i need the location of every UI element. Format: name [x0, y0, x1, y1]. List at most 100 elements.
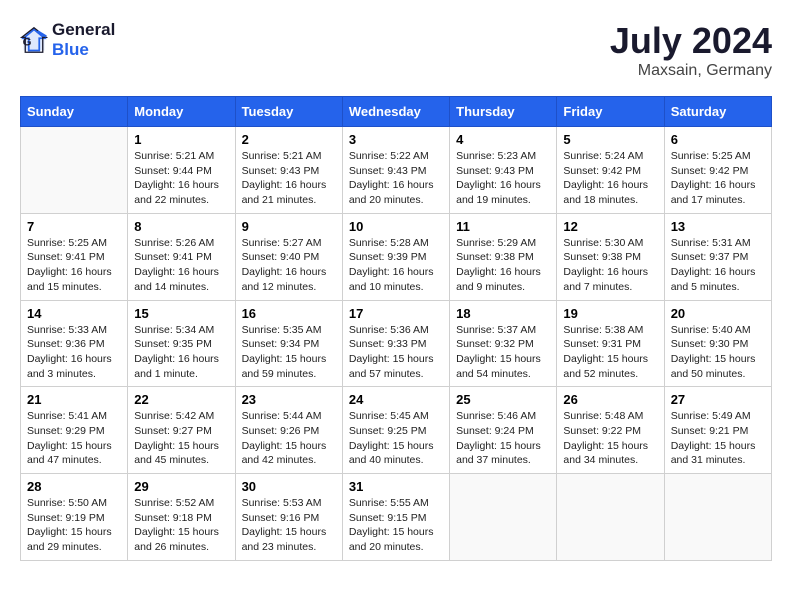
day-info: Sunrise: 5:42 AM Sunset: 9:27 PM Dayligh… — [134, 409, 228, 468]
day-number: 7 — [27, 219, 121, 234]
day-info: Sunrise: 5:49 AM Sunset: 9:21 PM Dayligh… — [671, 409, 765, 468]
day-number: 1 — [134, 132, 228, 147]
day-info: Sunrise: 5:29 AM Sunset: 9:38 PM Dayligh… — [456, 236, 550, 295]
day-number: 11 — [456, 219, 550, 234]
day-number: 27 — [671, 392, 765, 407]
calendar-cell: 10 Sunrise: 5:28 AM Sunset: 9:39 PM Dayli… — [342, 213, 449, 300]
day-info: Sunrise: 5:34 AM Sunset: 9:35 PM Dayligh… — [134, 323, 228, 382]
day-info: Sunrise: 5:36 AM Sunset: 9:33 PM Dayligh… — [349, 323, 443, 382]
calendar-cell: 16 Sunrise: 5:35 AM Sunset: 9:34 PM Dayli… — [235, 300, 342, 387]
day-info: Sunrise: 5:38 AM Sunset: 9:31 PM Dayligh… — [563, 323, 657, 382]
day-number: 22 — [134, 392, 228, 407]
day-number: 30 — [242, 479, 336, 494]
day-info: Sunrise: 5:48 AM Sunset: 9:22 PM Dayligh… — [563, 409, 657, 468]
day-number: 29 — [134, 479, 228, 494]
day-info: Sunrise: 5:26 AM Sunset: 9:41 PM Dayligh… — [134, 236, 228, 295]
day-info: Sunrise: 5:25 AM Sunset: 9:41 PM Dayligh… — [27, 236, 121, 295]
calendar-cell: 9 Sunrise: 5:27 AM Sunset: 9:40 PM Daylig… — [235, 213, 342, 300]
calendar-header: SundayMondayTuesdayWednesdayThursdayFrid… — [21, 97, 772, 127]
day-number: 5 — [563, 132, 657, 147]
day-number: 20 — [671, 306, 765, 321]
day-number: 9 — [242, 219, 336, 234]
day-info: Sunrise: 5:21 AM Sunset: 9:43 PM Dayligh… — [242, 149, 336, 208]
day-number: 15 — [134, 306, 228, 321]
calendar-week-3: 14 Sunrise: 5:33 AM Sunset: 9:36 PM Dayli… — [21, 300, 772, 387]
weekday-header-tuesday: Tuesday — [235, 97, 342, 127]
day-info: Sunrise: 5:23 AM Sunset: 9:43 PM Dayligh… — [456, 149, 550, 208]
calendar-cell: 14 Sunrise: 5:33 AM Sunset: 9:36 PM Dayli… — [21, 300, 128, 387]
day-info: Sunrise: 5:28 AM Sunset: 9:39 PM Dayligh… — [349, 236, 443, 295]
calendar-cell: 1Sunrise: 5:21 AM Sunset: 9:44 PM Daylig… — [128, 127, 235, 214]
svg-text:G: G — [23, 36, 32, 48]
day-info: Sunrise: 5:25 AM Sunset: 9:42 PM Dayligh… — [671, 149, 765, 208]
logo-blue: Blue — [52, 40, 89, 59]
day-info: Sunrise: 5:45 AM Sunset: 9:25 PM Dayligh… — [349, 409, 443, 468]
day-number: 19 — [563, 306, 657, 321]
calendar-cell: 29Sunrise: 5:52 AM Sunset: 9:18 PM Dayli… — [128, 474, 235, 561]
day-number: 3 — [349, 132, 443, 147]
weekday-header-sunday: Sunday — [21, 97, 128, 127]
calendar-cell: 13Sunrise: 5:31 AM Sunset: 9:37 PM Dayli… — [664, 213, 771, 300]
weekday-header-wednesday: Wednesday — [342, 97, 449, 127]
calendar-cell: 30 Sunrise: 5:53 AM Sunset: 9:16 PM Dayli… — [235, 474, 342, 561]
calendar-cell: 15 Sunrise: 5:34 AM Sunset: 9:35 PM Dayli… — [128, 300, 235, 387]
day-info: Sunrise: 5:53 AM Sunset: 9:16 PM Dayligh… — [242, 496, 336, 555]
day-info: Sunrise: 5:50 AM Sunset: 9:19 PM Dayligh… — [27, 496, 121, 555]
calendar-cell: 2 Sunrise: 5:21 AM Sunset: 9:43 PM Daylig… — [235, 127, 342, 214]
title-block: July 2024 Maxsain, Germany — [610, 20, 772, 80]
weekday-header-monday: Monday — [128, 97, 235, 127]
day-info: Sunrise: 5:33 AM Sunset: 9:36 PM Dayligh… — [27, 323, 121, 382]
day-info: Sunrise: 5:22 AM Sunset: 9:43 PM Dayligh… — [349, 149, 443, 208]
page-header: G General Blue July 2024 Maxsain, German… — [20, 20, 772, 80]
day-info: Sunrise: 5:35 AM Sunset: 9:34 PM Dayligh… — [242, 323, 336, 382]
day-number: 16 — [242, 306, 336, 321]
calendar-week-2: 7 Sunrise: 5:25 AM Sunset: 9:41 PM Daylig… — [21, 213, 772, 300]
day-info: Sunrise: 5:30 AM Sunset: 9:38 PM Dayligh… — [563, 236, 657, 295]
calendar-table: SundayMondayTuesdayWednesdayThursdayFrid… — [20, 96, 772, 561]
calendar-cell — [21, 127, 128, 214]
calendar-cell: 22 Sunrise: 5:42 AM Sunset: 9:27 PM Dayli… — [128, 387, 235, 474]
calendar-cell: 11 Sunrise: 5:29 AM Sunset: 9:38 PM Dayli… — [450, 213, 557, 300]
day-info: Sunrise: 5:44 AM Sunset: 9:26 PM Dayligh… — [242, 409, 336, 468]
day-number: 26 — [563, 392, 657, 407]
logo-general: General — [52, 20, 115, 39]
day-number: 28 — [27, 479, 121, 494]
day-info: Sunrise: 5:41 AM Sunset: 9:29 PM Dayligh… — [27, 409, 121, 468]
day-number: 8 — [134, 219, 228, 234]
logo: G General Blue — [20, 20, 115, 59]
day-number: 17 — [349, 306, 443, 321]
day-info: Sunrise: 5:40 AM Sunset: 9:30 PM Dayligh… — [671, 323, 765, 382]
day-number: 13 — [671, 219, 765, 234]
calendar-cell: 17 Sunrise: 5:36 AM Sunset: 9:33 PM Dayli… — [342, 300, 449, 387]
day-info: Sunrise: 5:24 AM Sunset: 9:42 PM Dayligh… — [563, 149, 657, 208]
day-info: Sunrise: 5:55 AM Sunset: 9:15 PM Dayligh… — [349, 496, 443, 555]
calendar-cell: 8 Sunrise: 5:26 AM Sunset: 9:41 PM Daylig… — [128, 213, 235, 300]
day-number: 14 — [27, 306, 121, 321]
calendar-cell: 12 Sunrise: 5:30 AM Sunset: 9:38 PM Dayli… — [557, 213, 664, 300]
day-number: 2 — [242, 132, 336, 147]
calendar-cell: 28 Sunrise: 5:50 AM Sunset: 9:19 PM Dayli… — [21, 474, 128, 561]
day-info: Sunrise: 5:46 AM Sunset: 9:24 PM Dayligh… — [456, 409, 550, 468]
logo-text-block: General Blue — [52, 20, 115, 59]
calendar-cell: 5 Sunrise: 5:24 AM Sunset: 9:42 PM Daylig… — [557, 127, 664, 214]
weekday-header-row: SundayMondayTuesdayWednesdayThursdayFrid… — [21, 97, 772, 127]
month-title: July 2024 — [610, 20, 772, 62]
day-number: 31 — [349, 479, 443, 494]
weekday-header-friday: Friday — [557, 97, 664, 127]
day-info: Sunrise: 5:27 AM Sunset: 9:40 PM Dayligh… — [242, 236, 336, 295]
calendar-cell: 19 Sunrise: 5:38 AM Sunset: 9:31 PM Dayli… — [557, 300, 664, 387]
day-number: 18 — [456, 306, 550, 321]
day-number: 24 — [349, 392, 443, 407]
day-number: 25 — [456, 392, 550, 407]
calendar-cell: 31 Sunrise: 5:55 AM Sunset: 9:15 PM Dayli… — [342, 474, 449, 561]
weekday-header-thursday: Thursday — [450, 97, 557, 127]
day-number: 10 — [349, 219, 443, 234]
calendar-cell: 25 Sunrise: 5:46 AM Sunset: 9:24 PM Dayli… — [450, 387, 557, 474]
calendar-cell — [450, 474, 557, 561]
calendar-week-1: 1Sunrise: 5:21 AM Sunset: 9:44 PM Daylig… — [21, 127, 772, 214]
calendar-cell: 6Sunrise: 5:25 AM Sunset: 9:42 PM Daylig… — [664, 127, 771, 214]
calendar-body: 1Sunrise: 5:21 AM Sunset: 9:44 PM Daylig… — [21, 127, 772, 561]
day-number: 12 — [563, 219, 657, 234]
calendar-cell: 3 Sunrise: 5:22 AM Sunset: 9:43 PM Daylig… — [342, 127, 449, 214]
calendar-cell — [557, 474, 664, 561]
